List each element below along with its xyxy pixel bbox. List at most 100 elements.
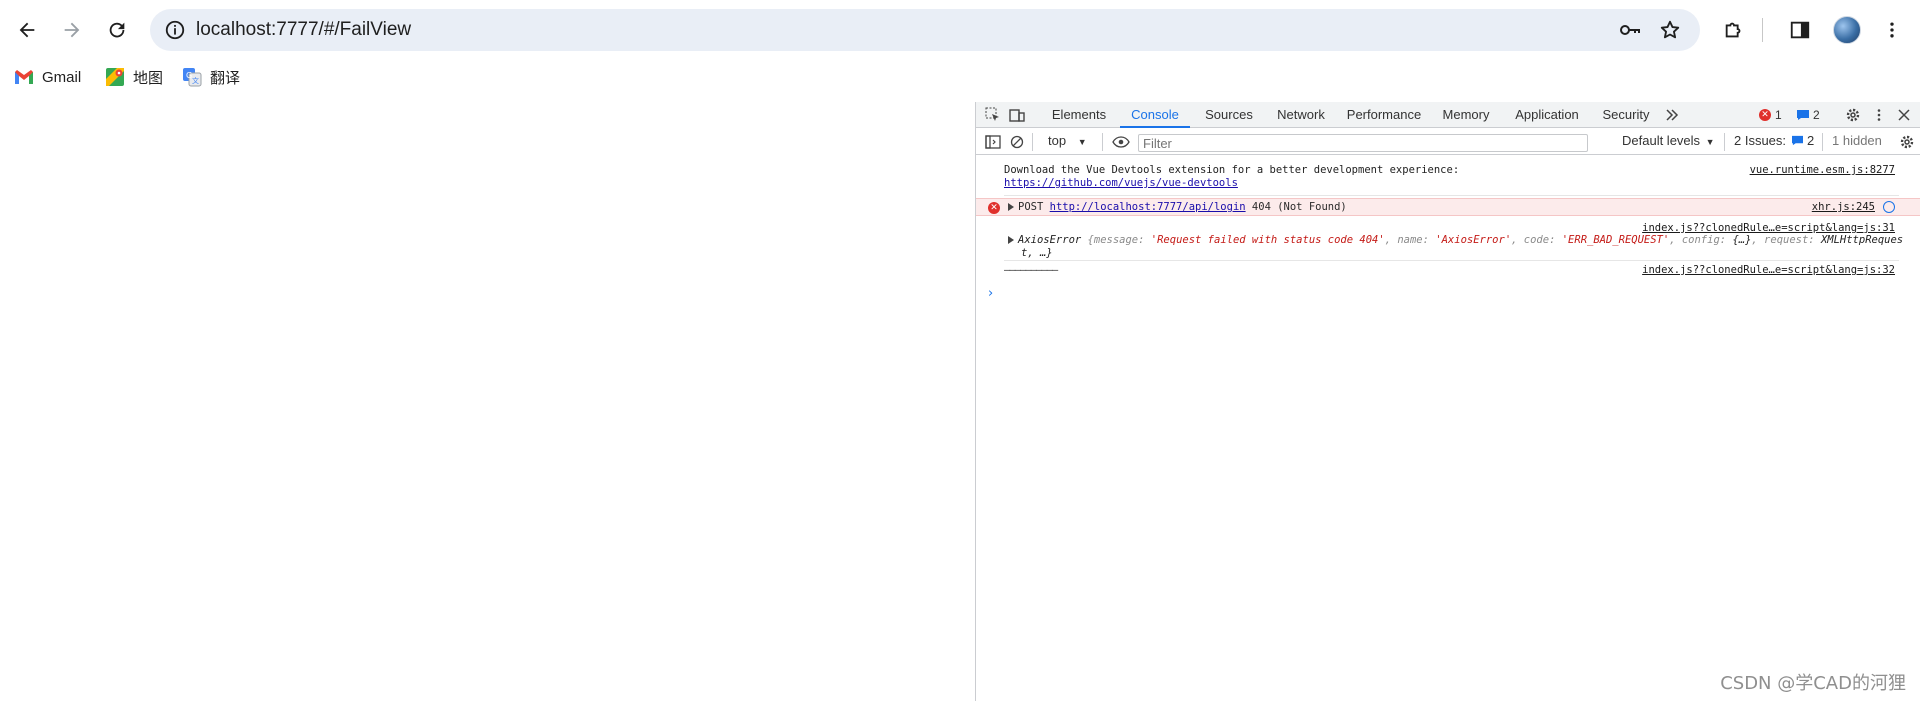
bookmark-label: Gmail [42, 68, 82, 86]
console-sidebar-toggle[interactable] [984, 133, 1002, 151]
tab-performance[interactable]: Performance [1340, 102, 1428, 128]
console-prompt-icon[interactable]: › [988, 286, 993, 301]
hidden-messages-count: 1 hidden [1832, 133, 1882, 148]
gear-icon [1846, 108, 1860, 122]
side-panel-button[interactable] [1783, 13, 1817, 47]
issues-label: 2 Issues: [1734, 133, 1787, 148]
eye-icon [1112, 136, 1130, 148]
device-icon [1009, 109, 1025, 122]
bookmark-star-button[interactable] [1657, 17, 1683, 43]
message-count-badge[interactable]: 2 [1796, 107, 1820, 123]
star-icon [1660, 20, 1680, 39]
log-levels-dropdown[interactable]: Default levels ▼ [1622, 133, 1715, 148]
reload-button[interactable] [99, 12, 135, 48]
bookmark-maps[interactable]: 地图 [105, 66, 163, 88]
forward-button[interactable] [54, 12, 90, 48]
close-icon [1898, 109, 1910, 121]
devtools-panel: Elements Console Sources Network Perform… [975, 102, 1920, 701]
device-toolbar-button[interactable] [1008, 106, 1026, 124]
url-text[interactable]: localhost:7777/#/FailView [196, 19, 411, 41]
error-class-name: AxiosError [1018, 234, 1082, 246]
levels-label: Default levels [1622, 133, 1701, 148]
clear-console-button[interactable] [1008, 133, 1026, 151]
object-value: 'Request failed with status code 404' [1150, 234, 1385, 246]
console-settings-button[interactable] [1898, 133, 1916, 151]
object-key: , name: [1384, 234, 1429, 246]
error-count-badge[interactable]: ✕ 1 [1759, 107, 1782, 123]
object-key: , config: [1669, 234, 1727, 246]
key-icon [1620, 25, 1640, 35]
inspect-element-button[interactable] [984, 106, 1002, 124]
message-source-link[interactable]: index.js??clonedRule…e=script&lang=js:31 [1642, 222, 1895, 234]
side-panel-icon [1790, 21, 1810, 39]
expand-triangle-icon[interactable] [1008, 236, 1014, 244]
tab-application[interactable]: Application [1504, 102, 1590, 128]
tab-network[interactable]: Network [1266, 102, 1336, 128]
more-tabs-button[interactable] [1663, 106, 1681, 124]
network-request-icon[interactable] [1883, 201, 1895, 213]
object-value: 'ERR_BAD_REQUEST' [1561, 234, 1670, 246]
devtools-close-button[interactable] [1895, 106, 1913, 124]
console-message: —————————— index.js??clonedRule…e=script… [976, 264, 1920, 280]
error-circle-icon: ✕ [1759, 109, 1771, 121]
vue-devtools-link[interactable]: https://github.com/vuejs/vue-devtools [1004, 177, 1238, 189]
toolbar-divider [1822, 133, 1823, 151]
tab-console[interactable]: Console [1120, 102, 1190, 128]
password-key-button[interactable] [1617, 17, 1643, 43]
puzzle-icon [1725, 22, 1741, 38]
http-status: 404 (Not Found) [1251, 201, 1347, 213]
error-icon: ✕ [988, 202, 1000, 214]
message-icon [1797, 110, 1809, 120]
object-key: {message: [1087, 234, 1145, 246]
expand-triangle-icon[interactable] [1008, 203, 1014, 211]
arrow-left-icon [19, 22, 35, 38]
axios-error-object[interactable]: AxiosError {message: 'Request failed wit… [1008, 234, 1903, 246]
bookmark-label: 地图 [133, 69, 164, 87]
tab-elements[interactable]: Elements [1044, 102, 1114, 128]
back-button[interactable] [9, 12, 45, 48]
message-source-link[interactable]: index.js??clonedRule…e=script&lang=js:32 [1642, 264, 1895, 276]
live-expression-button[interactable] [1112, 133, 1130, 151]
context-label: top [1048, 133, 1067, 148]
issues-button[interactable]: 2 Issues: 2 [1734, 133, 1814, 148]
error-text[interactable]: POST http://localhost:7777/api/login 404… [1008, 201, 1347, 213]
tab-security[interactable]: Security [1594, 102, 1658, 128]
arrow-right-icon [64, 22, 80, 38]
console-error-message: ✕ POST http://localhost:7777/api/login 4… [976, 198, 1920, 216]
console-filter-input[interactable] [1138, 134, 1588, 152]
message-text: Download the Vue Devtools extension for … [1004, 164, 1460, 176]
reload-icon [109, 22, 125, 38]
browser-toolbar: localhost:7777/#/FailView [0, 0, 1920, 60]
address-bar[interactable]: localhost:7777/#/FailView [150, 9, 1700, 51]
console-toolbar: top ▼ Default levels ▼ 2 Issues: 2 1 hid… [976, 129, 1920, 155]
gear-icon [1900, 135, 1914, 149]
devtools-menu-button[interactable] [1870, 106, 1888, 124]
tab-memory[interactable]: Memory [1432, 102, 1500, 128]
bookmark-gmail[interactable]: Gmail [14, 66, 81, 88]
object-value: {…} [1732, 234, 1752, 246]
toolbar-divider [1102, 133, 1103, 151]
http-method: POST [1018, 201, 1044, 213]
issues-count: 2 [1807, 133, 1815, 148]
bookmark-label: 翻译 [210, 69, 241, 87]
message-divider [1004, 195, 1899, 196]
toolbar-divider [1762, 18, 1763, 42]
object-key: , code: [1511, 234, 1556, 246]
request-url-link[interactable]: http://localhost:7777/api/login [1050, 201, 1246, 213]
profile-avatar[interactable] [1833, 16, 1861, 44]
kebab-menu-icon [1877, 109, 1881, 121]
devtools-settings-button[interactable] [1844, 106, 1862, 124]
error-source-link[interactable]: xhr.js:245 [1812, 201, 1875, 213]
tab-sources[interactable]: Sources [1196, 102, 1262, 128]
console-message: index.js??clonedRule…e=script&lang=js:31… [976, 222, 1920, 259]
browser-menu-button[interactable] [1875, 13, 1909, 47]
extensions-button[interactable] [1717, 13, 1751, 47]
object-value: 'AxiosError' [1435, 234, 1512, 246]
bookmark-translate[interactable]: G文 翻译 [182, 66, 240, 88]
context-selector[interactable]: top ▼ [1048, 133, 1087, 148]
sidebar-toggle-icon [985, 135, 1001, 149]
kebab-menu-icon [1890, 22, 1894, 38]
message-source-link[interactable]: vue.runtime.esm.js:8277 [1750, 164, 1895, 176]
site-info-icon[interactable] [164, 19, 186, 41]
console-output: Download the Vue Devtools extension for … [976, 156, 1920, 701]
